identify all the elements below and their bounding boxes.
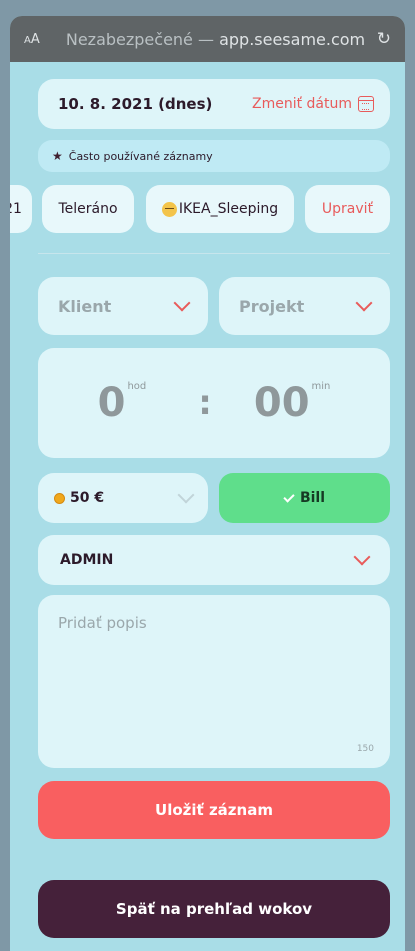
favorite-chip[interactable]: Teleráno bbox=[42, 185, 134, 233]
favorites-header[interactable]: ★ Často používané záznamy bbox=[38, 140, 390, 172]
coin-icon bbox=[54, 492, 65, 504]
date-selector: 10. 8. 2021 (dnes) Zmeniť dátum bbox=[38, 79, 390, 129]
url-text[interactable]: Nezabezpečené — app.seesame.com bbox=[64, 30, 367, 49]
client-select[interactable]: Klient bbox=[38, 277, 208, 335]
rate-select[interactable]: 50 € bbox=[38, 473, 208, 523]
text-size-button[interactable]: AA bbox=[24, 32, 64, 47]
edit-favorites-button[interactable]: Upraviť bbox=[305, 185, 390, 233]
favorite-chip[interactable]: IKEA_Sleeping bbox=[146, 185, 294, 233]
bill-toggle[interactable]: Bill bbox=[219, 473, 390, 523]
time-input[interactable]: 0 hod : 00 min bbox=[38, 348, 390, 458]
save-entry-button[interactable]: Uložiť záznam bbox=[38, 781, 390, 839]
chevron-down-icon bbox=[355, 294, 373, 312]
app-sheet: AA Nezabezpečené — app.seesame.com ↻ 10.… bbox=[10, 16, 405, 951]
character-counter: 150 bbox=[356, 744, 374, 754]
chevron-down-icon bbox=[353, 548, 371, 566]
favorite-chip[interactable]: 21 bbox=[10, 185, 32, 233]
sleepy-face-icon bbox=[161, 201, 177, 217]
reload-icon[interactable]: ↻ bbox=[367, 29, 391, 49]
hours-value[interactable]: 0 bbox=[98, 380, 126, 426]
browser-address-bar[interactable]: AA Nezabezpečené — app.seesame.com ↻ bbox=[10, 16, 405, 62]
current-date: 10. 8. 2021 (dnes) bbox=[58, 95, 213, 113]
favorites-label: Často používané záznamy bbox=[68, 149, 213, 163]
star-icon: ★ bbox=[52, 149, 63, 163]
check-icon bbox=[283, 490, 295, 503]
chevron-down-icon bbox=[173, 294, 191, 312]
chevron-down-icon bbox=[177, 486, 195, 504]
minutes-unit: min bbox=[311, 381, 331, 392]
description-placeholder: Pridať popis bbox=[58, 614, 147, 632]
divider bbox=[38, 253, 390, 254]
project-select[interactable]: Projekt bbox=[219, 277, 390, 335]
back-to-overview-button[interactable]: Späť na prehľad wokov bbox=[38, 880, 390, 938]
description-field[interactable]: Pridať popis 150 bbox=[38, 595, 390, 768]
minutes-value[interactable]: 00 bbox=[254, 380, 310, 426]
hours-unit: hod bbox=[127, 381, 147, 392]
activity-select[interactable]: ADMIN bbox=[38, 535, 390, 585]
change-date-button[interactable]: Zmeniť dátum bbox=[252, 96, 374, 112]
calendar-icon bbox=[358, 96, 374, 112]
time-separator: : bbox=[198, 383, 212, 423]
